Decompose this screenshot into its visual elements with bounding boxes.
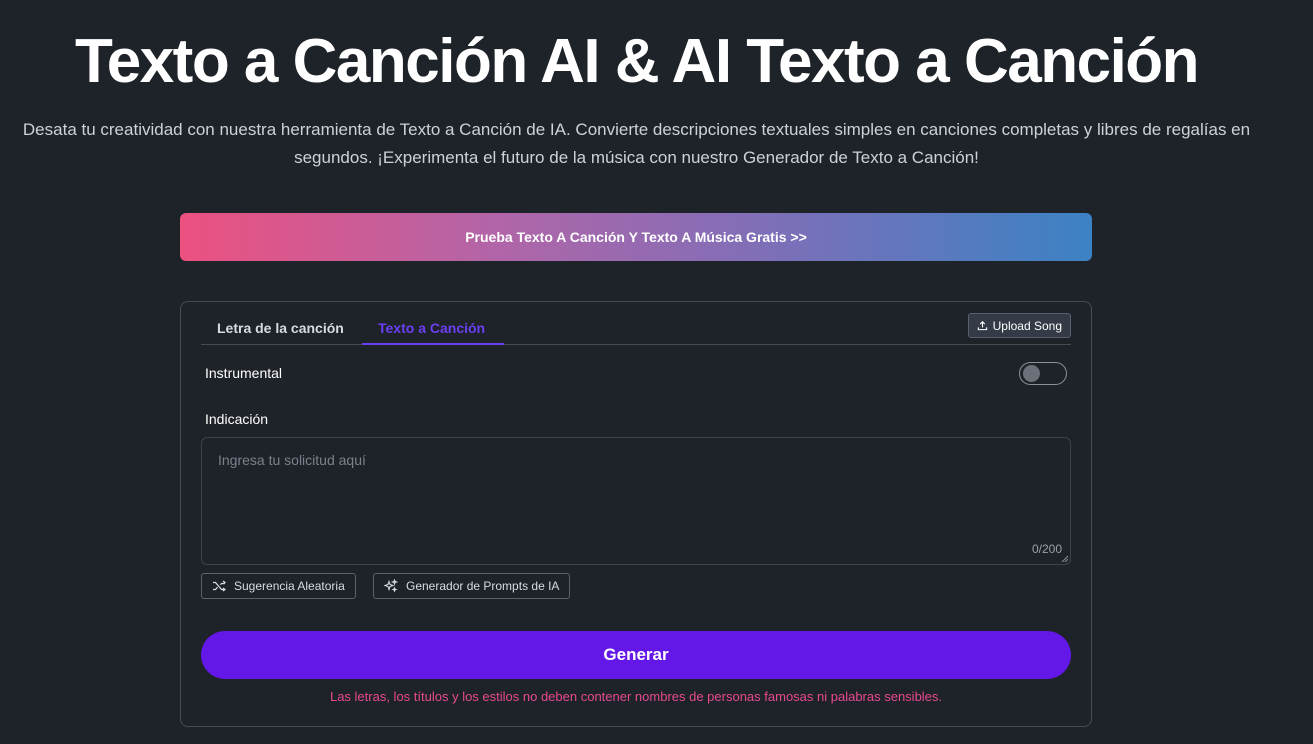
shuffle-icon	[213, 580, 226, 592]
generate-button[interactable]: Generar	[201, 631, 1071, 679]
instrumental-label: Instrumental	[205, 365, 283, 381]
tab-text-to-song[interactable]: Texto a Canción	[362, 320, 504, 345]
prompt-field-wrapper: 0/200	[201, 437, 1071, 565]
prompt-label: Indicación	[205, 411, 269, 427]
content-warning: Las letras, los títulos y los estilos no…	[329, 689, 943, 704]
random-suggestion-label: Sugerencia Aleatoria	[234, 579, 345, 593]
upload-song-label: Upload Song	[992, 318, 1062, 333]
promo-banner-button[interactable]: Prueba Texto A Canción Y Texto A Música …	[180, 213, 1092, 261]
sparkles-icon	[384, 579, 398, 593]
page-title: Texto a Canción AI & AI Texto a Canción	[74, 27, 1200, 96]
ai-prompt-generator-label: Generador de Prompts de IA	[406, 579, 560, 593]
toggle-knob	[1023, 365, 1040, 382]
tab-lyrics[interactable]: Letra de la canción	[217, 320, 344, 345]
char-counter: 0/200	[1031, 542, 1062, 556]
page-subtitle: Desata tu creatividad con nuestra herram…	[22, 120, 1251, 167]
tab-bar: Letra de la canción Texto a Canción	[201, 302, 1071, 345]
resize-grip-icon[interactable]	[1061, 555, 1069, 563]
upload-song-button[interactable]: Upload Song	[967, 313, 1071, 338]
random-suggestion-button[interactable]: Sugerencia Aleatoria	[201, 573, 356, 599]
instrumental-toggle[interactable]	[1019, 362, 1067, 385]
ai-prompt-generator-button[interactable]: Generador de Prompts de IA	[373, 573, 571, 599]
generator-card: Letra de la canción Texto a Canción Uplo…	[180, 301, 1092, 727]
prompt-input[interactable]	[202, 438, 1070, 564]
upload-icon	[977, 321, 987, 331]
